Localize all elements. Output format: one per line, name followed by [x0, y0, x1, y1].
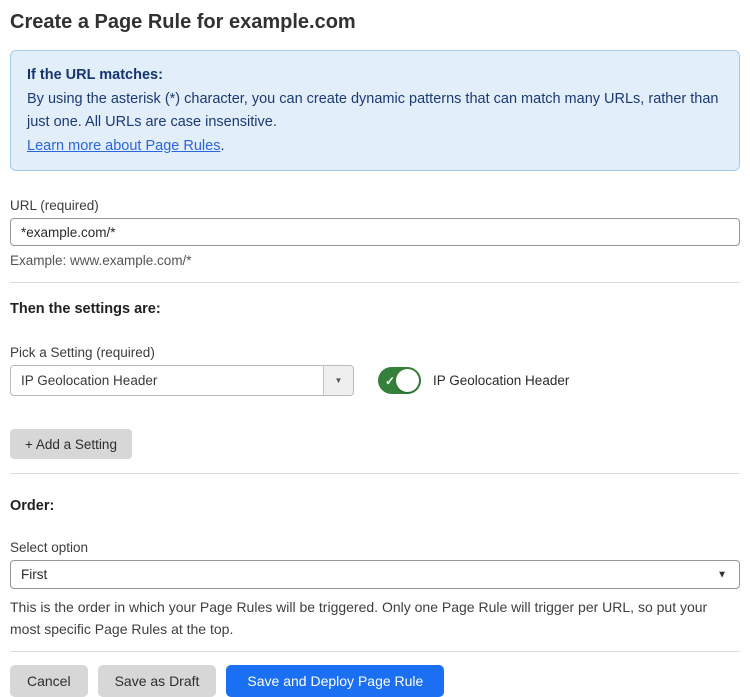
check-icon: ✓ — [385, 375, 395, 387]
link-period: . — [220, 138, 224, 154]
url-field-label: URL (required) — [10, 197, 740, 214]
page-rule-form: Create a Page Rule for example.com If th… — [0, 0, 750, 697]
form-actions: Cancel Save as Draft Save and Deploy Pag… — [10, 665, 740, 697]
page-title: Create a Page Rule for example.com — [10, 10, 740, 34]
divider — [10, 651, 740, 652]
order-section-heading: Order: — [10, 497, 740, 515]
divider — [10, 282, 740, 283]
url-match-info-box: If the URL matches: By using the asteris… — [10, 50, 740, 171]
learn-more-link[interactable]: Learn more about Page Rules — [27, 138, 220, 154]
order-select-label: Select option — [10, 539, 740, 556]
toggle-knob — [396, 369, 419, 392]
chevron-down-icon: ▼ — [717, 569, 727, 580]
setting-row: IP Geolocation Header ▼ ✓ IP Geolocation… — [10, 365, 740, 396]
order-help-text: This is the order in which your Page Rul… — [10, 596, 740, 640]
setting-picker-label: Pick a Setting (required) — [10, 344, 740, 361]
setting-dropdown[interactable]: IP Geolocation Header ▼ — [10, 365, 354, 396]
url-example-text: Example: www.example.com/* — [10, 252, 740, 269]
settings-section-heading: Then the settings are: — [10, 300, 740, 318]
setting-dropdown-value: IP Geolocation Header — [11, 366, 323, 395]
divider — [10, 473, 740, 474]
add-setting-button[interactable]: + Add a Setting — [10, 429, 132, 459]
url-input[interactable] — [10, 218, 740, 246]
save-and-deploy-button[interactable]: Save and Deploy Page Rule — [226, 665, 444, 697]
info-box-link-line: Learn more about Page Rules. — [27, 135, 723, 159]
order-select[interactable]: First ▼ — [10, 560, 740, 589]
info-box-heading: If the URL matches: — [27, 64, 723, 88]
toggle-label: IP Geolocation Header — [433, 373, 569, 388]
info-box-body: By using the asterisk (*) character, you… — [27, 88, 723, 135]
setting-dropdown-button[interactable]: ▼ — [323, 366, 353, 395]
cancel-button[interactable]: Cancel — [10, 665, 88, 697]
order-select-value: First — [21, 567, 47, 582]
ip-geolocation-toggle[interactable]: ✓ — [378, 367, 421, 394]
chevron-down-icon: ▼ — [335, 376, 343, 385]
save-as-draft-button[interactable]: Save as Draft — [98, 665, 217, 697]
